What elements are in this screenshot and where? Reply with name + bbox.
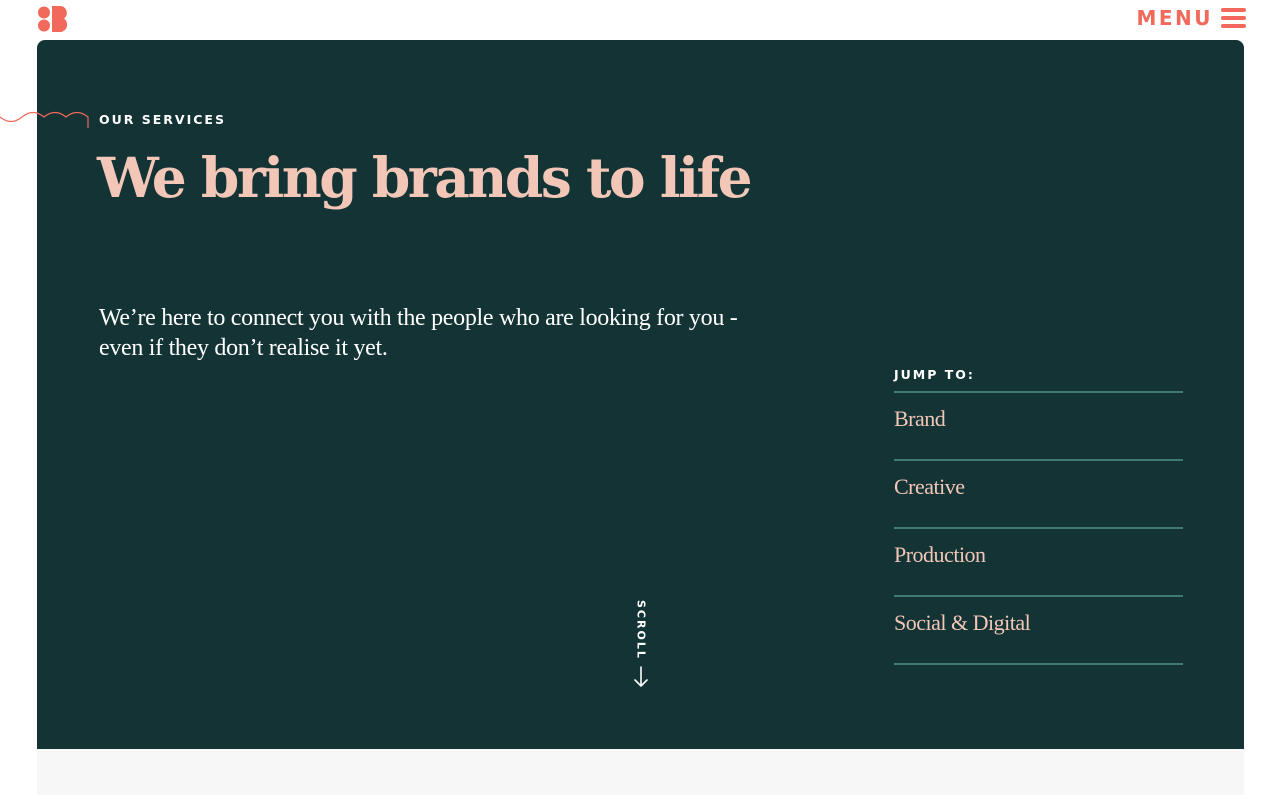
wavy-line-decoration	[0, 111, 89, 128]
jump-link-social-digital[interactable]: Social & Digital	[894, 597, 1183, 665]
hamburger-icon	[1221, 8, 1246, 28]
jump-link-creative[interactable]: Creative	[894, 461, 1183, 529]
next-section-preview	[37, 749, 1244, 795]
arrow-down-icon	[634, 666, 648, 687]
scroll-label: SCROLL	[634, 600, 648, 660]
jump-to-label: JUMP TO:	[894, 366, 1183, 393]
menu-button[interactable]: MENU	[1136, 6, 1246, 30]
jump-to-nav: JUMP TO: Brand Creative Production Socia…	[894, 366, 1183, 665]
menu-label: MENU	[1136, 6, 1213, 30]
jump-link-production[interactable]: Production	[894, 529, 1183, 597]
scroll-indicator[interactable]: SCROLL	[628, 600, 654, 692]
jump-link-brand[interactable]: Brand	[894, 393, 1183, 461]
section-eyebrow: OUR SERVICES	[99, 112, 226, 127]
page-title: We bring brands to life	[97, 145, 753, 210]
brand-logo[interactable]	[37, 4, 71, 34]
intro-text: We’re here to connect you with the peopl…	[99, 305, 738, 361]
